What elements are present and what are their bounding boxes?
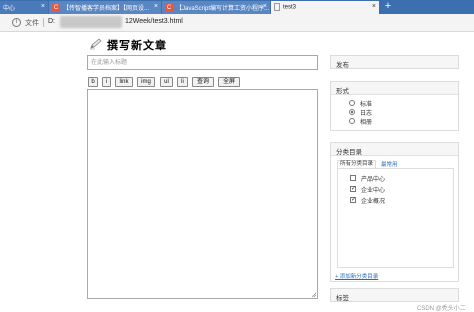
- browser-tab-1[interactable]: 中心 ×: [0, 1, 48, 14]
- fullscreen-button[interactable]: 全屏: [218, 77, 240, 87]
- image-button[interactable]: img: [137, 77, 155, 87]
- pen-icon: [90, 38, 102, 50]
- category-list: 产品中心 ✓ 企业中心 ✓ 企业概况: [337, 168, 454, 268]
- format-option-label: 日志: [360, 110, 373, 117]
- link-button[interactable]: link: [115, 77, 133, 87]
- tab-2-label: 【传智播客学员档案】【网页设...: [63, 6, 150, 12]
- browser-tab-active[interactable]: test3 ×: [271, 1, 379, 14]
- publish-panel[interactable]: 发布: [330, 55, 459, 69]
- url-redaction: [60, 16, 122, 28]
- format-option-label: 标准: [360, 101, 373, 108]
- category-label: 企业概况: [361, 198, 386, 205]
- new-tab-button[interactable]: +: [380, 0, 396, 14]
- resize-grip-icon[interactable]: [311, 292, 317, 298]
- unordered-list-button[interactable]: ul: [160, 77, 173, 87]
- tags-panel[interactable]: 标签: [330, 288, 459, 302]
- scheme-label: 文件: [25, 20, 39, 27]
- tab-3-label: 【JavaScript编写计算工资小程序...: [176, 6, 270, 12]
- close-icon[interactable]: ×: [41, 3, 45, 10]
- category-panel-header[interactable]: 分类目录: [331, 143, 458, 156]
- format-panel-header[interactable]: 形式: [331, 82, 458, 95]
- bold-button[interactable]: b: [88, 77, 98, 87]
- tab-most-used[interactable]: 最常用: [381, 160, 398, 168]
- url-field[interactable]: i 文件 D: 12Week/test3.html: [8, 16, 468, 29]
- close-icon[interactable]: ×: [263, 3, 267, 10]
- url-prefix: D:: [48, 18, 55, 25]
- url-suffix: 12Week/test3.html: [125, 18, 183, 25]
- tab-4-label: test3: [283, 4, 297, 11]
- browser-tab-bar: 中心 × C 【传智播客学员档案】【网页设... × C 【JavaScript编写…: [0, 0, 474, 14]
- tags-panel-header[interactable]: 标签: [331, 289, 458, 302]
- watermark: CSDN @秃头小二: [417, 306, 466, 312]
- divider: [43, 18, 44, 27]
- browser-tab-3[interactable]: C 【JavaScript编写计算工资小程序... ×: [162, 1, 270, 14]
- tab-all-categories[interactable]: 所有分类目录: [337, 160, 377, 168]
- radio-button[interactable]: [349, 118, 355, 124]
- category-label: 产品中心: [361, 176, 386, 183]
- close-icon[interactable]: ×: [372, 3, 376, 10]
- publish-panel-header[interactable]: 发布: [331, 56, 458, 69]
- checkbox-checked[interactable]: ✓: [350, 186, 356, 192]
- category-panel: 分类目录 所有分类目录 最常用 产品中心 ✓ 企业中心 ✓ 企业概况 + 添加新…: [330, 142, 459, 282]
- format-panel: 形式 标准 日志 相册: [330, 81, 459, 131]
- italic-button[interactable]: i: [102, 77, 111, 87]
- add-category-link[interactable]: + 添加新分类目录: [335, 272, 378, 280]
- close-icon[interactable]: ×: [154, 3, 158, 10]
- tab-1-label: 中心: [3, 6, 16, 12]
- csdn-favicon-icon: C: [52, 4, 60, 13]
- post-content-textarea[interactable]: [87, 89, 318, 299]
- radio-button-selected[interactable]: [349, 109, 355, 115]
- page-title: 撰写新文章: [107, 39, 167, 52]
- checkbox-checked[interactable]: ✓: [350, 197, 356, 203]
- radio-button[interactable]: [349, 100, 355, 106]
- category-label: 企业中心: [361, 187, 386, 194]
- document-icon: [274, 3, 280, 11]
- format-option-label: 相册: [360, 119, 373, 126]
- lookup-button[interactable]: 查询: [192, 77, 214, 87]
- address-bar: i 文件 D: 12Week/test3.html: [0, 14, 474, 32]
- browser-tab-2[interactable]: C 【传智播客学员档案】【网页设... ×: [49, 1, 161, 14]
- checkbox[interactable]: [350, 175, 356, 181]
- post-title-input[interactable]: [87, 55, 318, 70]
- list-item-button[interactable]: li: [177, 77, 188, 87]
- csdn-favicon-icon: C: [165, 4, 173, 13]
- info-icon[interactable]: i: [12, 18, 21, 27]
